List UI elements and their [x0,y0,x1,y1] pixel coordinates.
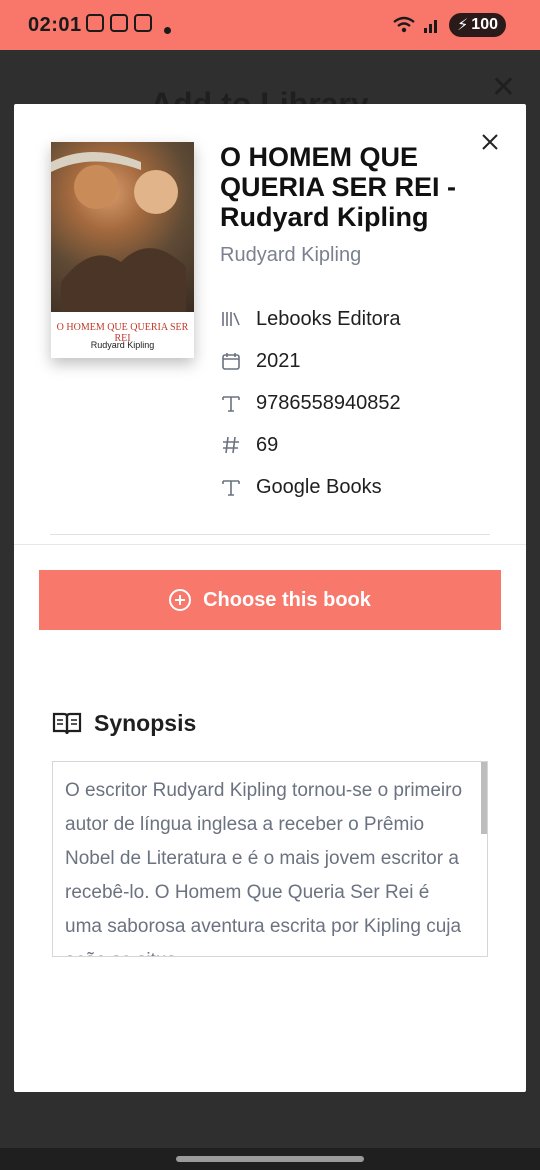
book-metadata: Lebooks Editora 2021 9786558940852 69 Go… [220,298,500,508]
divider [50,534,490,535]
synopsis-heading: Synopsis [94,710,197,736]
calendar-icon [220,350,242,372]
battery-level: 100 [471,16,498,33]
isbn-row: 9786558940852 [220,382,500,424]
synopsis-header: Synopsis [52,710,196,737]
book-cover: O HOMEM QUE QUERIA SER REI Rudyard Kipli… [51,142,194,358]
year-row: 2021 [220,340,500,382]
synopsis-text: O escritor Rudyard Kipling tornou-se o p… [65,780,463,956]
add-circle-icon [169,589,192,611]
shopping-icon [134,14,152,32]
status-time: 02:01 [28,14,82,36]
text-icon [220,476,242,498]
battery-saver-icon: ⚡ [457,17,469,34]
status-right: ⚡ 100 [393,13,506,37]
wifi-icon [393,16,415,33]
text-icon [220,392,242,414]
pages-text: 69 [256,433,279,456]
divider [14,544,526,545]
isbn-text: 9786558940852 [256,391,401,414]
synopsis-scroll-area[interactable]: O escritor Rudyard Kipling tornou-se o p… [52,761,488,957]
book-author: Rudyard Kipling [220,244,362,266]
notification-icons [86,14,152,32]
screenshot-icon [86,14,104,32]
signal-icon [424,20,438,33]
source-row: Google Books [220,466,500,508]
choose-book-button[interactable]: Choose this book [39,570,501,630]
scrollbar[interactable] [481,762,487,834]
source-text: Google Books [256,475,382,498]
home-gesture-handle[interactable] [176,1156,364,1162]
battery-indicator: ⚡ 100 [449,13,506,37]
publisher-text: Lebooks Editora [256,307,401,330]
book-title: O HOMEM QUE QUERIA SER REI - Rudyard Kip… [220,142,457,232]
book-details-modal: O HOMEM QUE QUERIA SER REI Rudyard Kipli… [14,104,526,1092]
cover-illustration [51,142,194,312]
publisher-row: Lebooks Editora [220,298,500,340]
backdrop-close-icon[interactable]: ✕ [491,70,516,105]
choose-book-label: Choose this book [203,588,371,611]
library-icon [220,308,242,330]
year-text: 2021 [256,349,301,372]
notification-icon [110,14,128,32]
open-book-icon [52,712,82,734]
pages-row: 69 [220,424,500,466]
status-bar: 02:01 ⚡ 100 [0,0,540,50]
hash-icon [220,434,242,456]
more-notifications-dot [164,27,171,34]
cover-author: Rudyard Kipling [90,340,155,350]
